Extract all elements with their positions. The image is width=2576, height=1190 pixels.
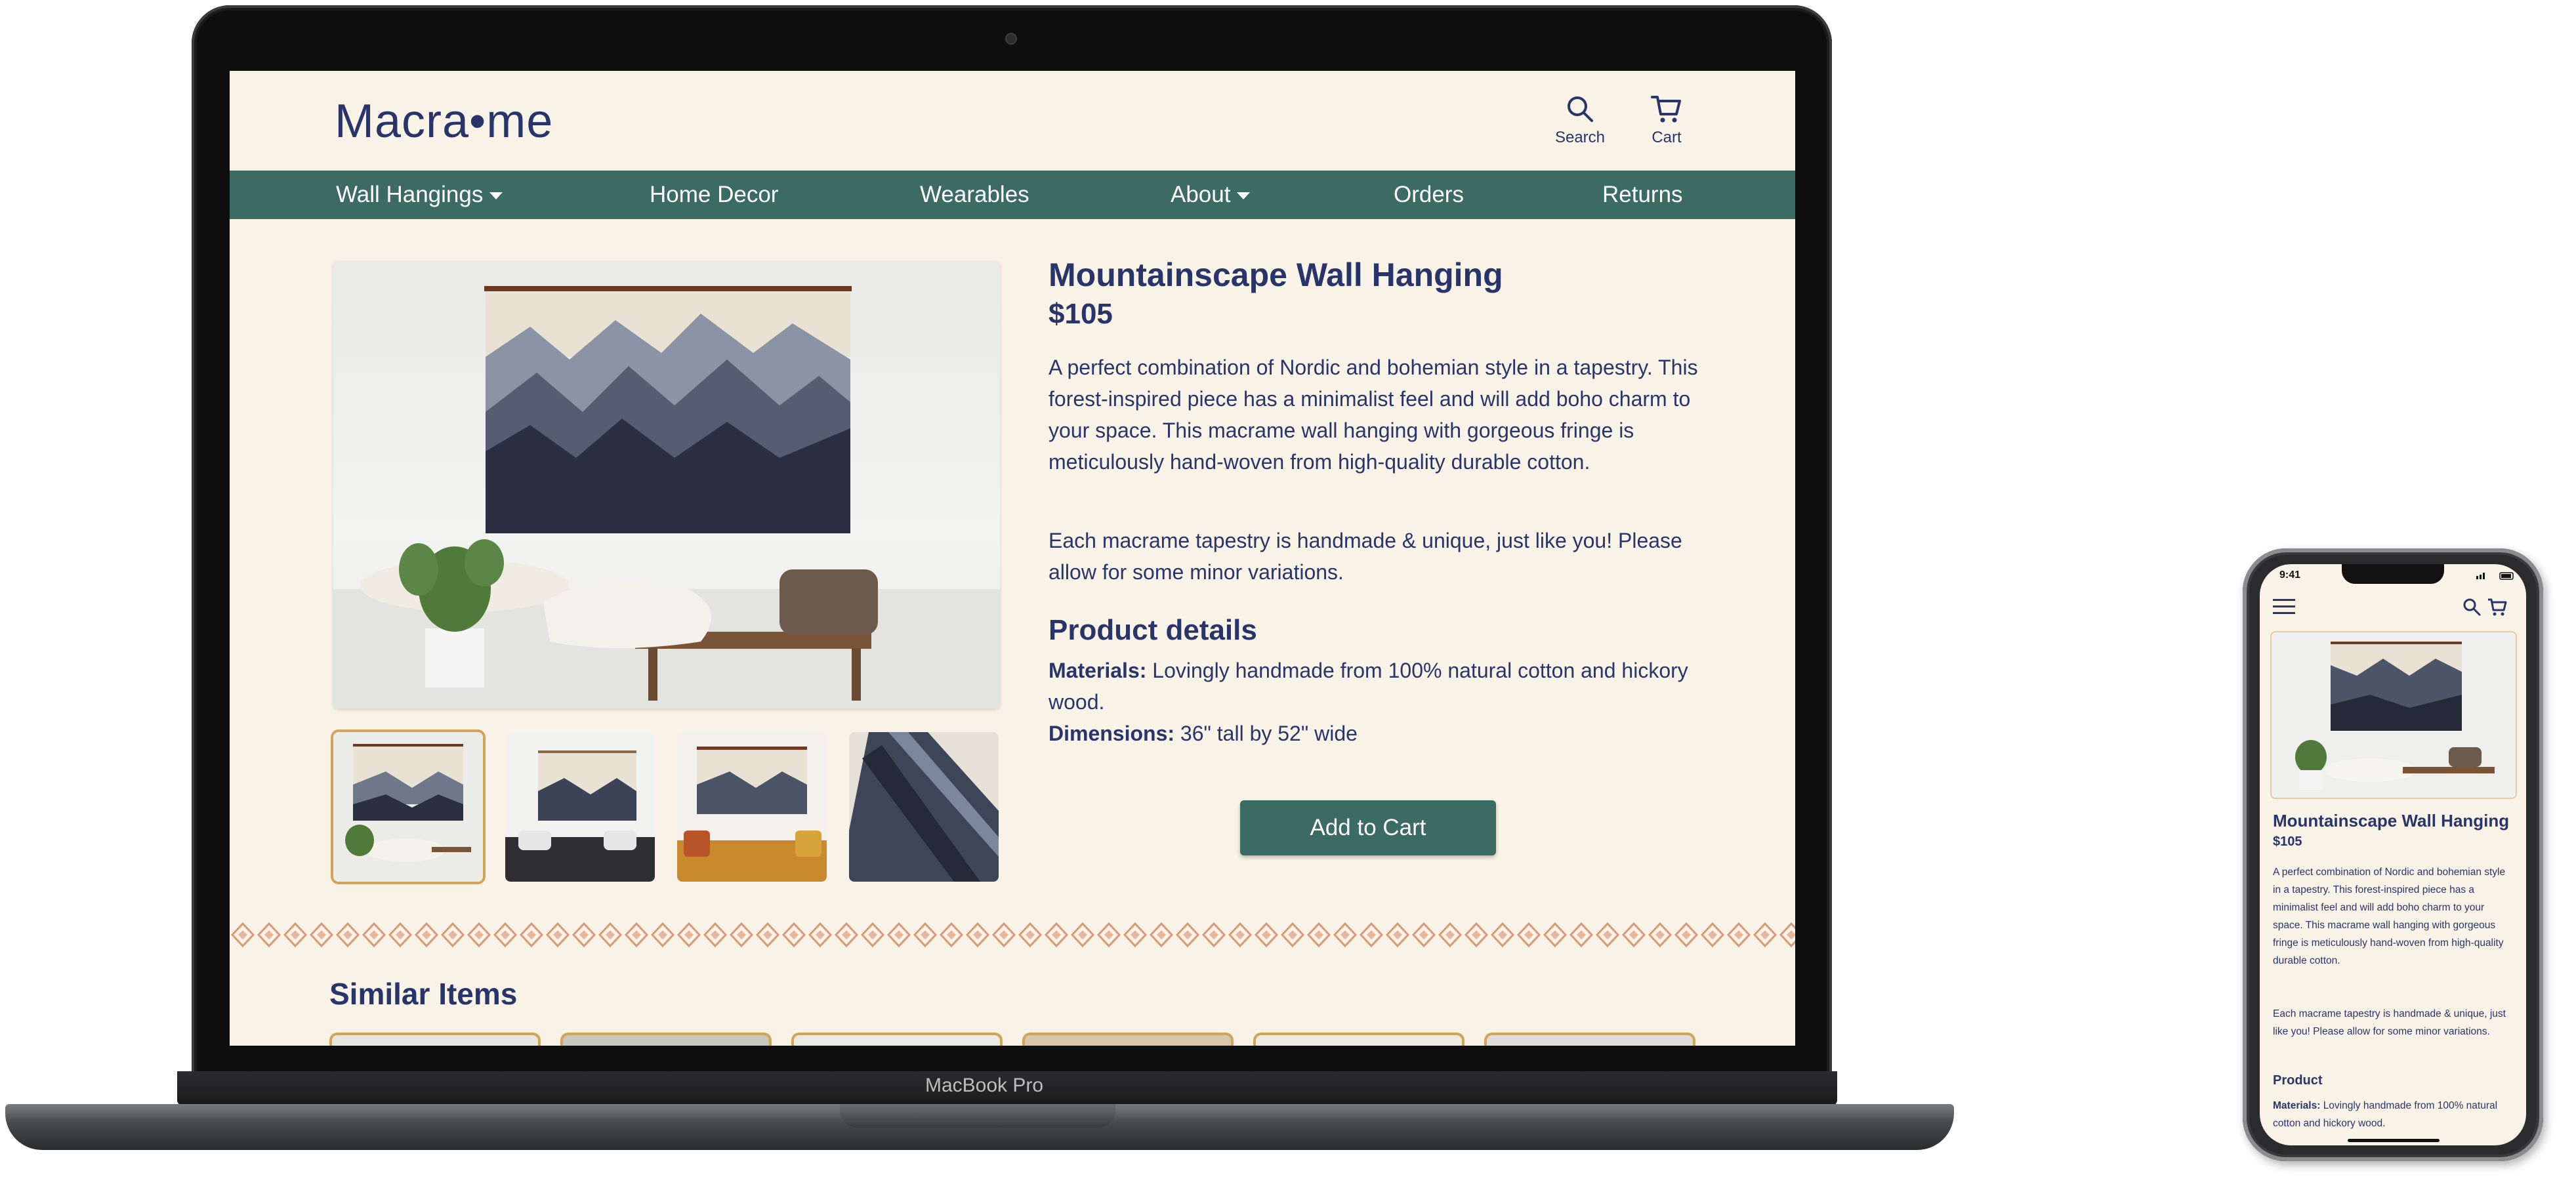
main-nav: Wall Hangings Home Decor Wearables About… [230,171,1795,219]
laptop-model-label: MacBook Pro [924,1075,1044,1096]
nav-wall-hangings[interactable]: Wall Hangings [336,171,503,219]
nav-label: About [1171,182,1231,207]
product-price: $105 [1049,298,1113,330]
similar-items-heading: Similar Items [329,977,518,1011]
nav-about[interactable]: About [1171,171,1251,219]
nav-home-decor[interactable]: Home Decor [650,171,778,219]
product-note: Each macrame tapestry is handmade & uniq… [1049,529,1682,584]
cart-button[interactable]: Cart [1627,93,1706,147]
nav-label: Home Decor [650,182,779,207]
caret-down-icon [1237,192,1251,200]
nav-orders-link[interactable]: Orders [1394,171,1464,219]
status-icons [2476,572,2514,580]
cart-label: Cart [1652,129,1682,146]
search-label: Search [1554,129,1606,146]
product-details-heading: Product [2273,1073,2323,1088]
add-to-cart-button[interactable]: Add to Cart [1240,800,1496,855]
product-description: A perfect combination of Nordic and bohe… [2273,867,2506,966]
thumbnail-1[interactable] [333,732,483,882]
similar-item-card[interactable] [1022,1033,1234,1046]
product-details-heading: Product details [1049,614,1257,646]
similar-item-card[interactable] [1253,1033,1465,1046]
phone-screen: 9:41 Mountainscape Wall Hanging $105 A p… [2260,564,2526,1145]
similar-item-card[interactable] [791,1033,1003,1046]
product-price: $105 [2273,834,2302,849]
product-materials: Materials: Lovingly handmade from 100% n… [1049,655,1705,718]
product-materials: Materials: Lovingly handmade from 100% n… [2273,1097,2516,1132]
home-indicator [2348,1139,2440,1142]
product-note: Each macrame tapestry is handmade & uniq… [2273,1008,2506,1037]
laptop-screen: Macra•me Search Cart Wall Hangings Home … [230,71,1795,1046]
nav-label: Wearables [920,182,1029,207]
dimensions-value: 36" tall by 52" wide [1180,722,1358,745]
status-time: 9:41 [2279,569,2301,581]
dimensions-label: Dimensions: [1049,722,1175,745]
similar-item-card[interactable] [1484,1033,1695,1046]
phone-notch [2342,564,2444,584]
camera-icon [1005,33,1017,45]
similar-item-card[interactable] [560,1033,772,1046]
laptop-notch [840,1104,1115,1128]
materials-label: Materials: [1049,659,1147,682]
thumbnail-3[interactable] [677,732,827,882]
site-logo[interactable]: Macra•me [335,94,553,148]
search-button[interactable]: Search [1541,93,1619,147]
decorative-border [230,920,1795,950]
nav-returns[interactable]: Returns [1602,171,1683,219]
product-dimensions: Dimensions: 36" tall by 52" wide [1049,718,1705,749]
product-description: A perfect combination of Nordic and bohe… [1049,356,1698,474]
similar-item-card[interactable] [329,1033,541,1046]
thumbnail-4[interactable] [849,732,999,882]
nav-label: Orders [1394,182,1464,207]
nav-label: Returns [1602,182,1683,207]
hamburger-icon[interactable] [2273,598,2296,615]
product-main-image[interactable] [2272,632,2516,798]
product-main-image[interactable] [333,261,1000,708]
cart-icon[interactable] [2487,597,2508,617]
thumbnail-2[interactable] [505,732,655,882]
product-title: Mountainscape Wall Hanging [1049,256,1503,293]
cart-icon [1651,96,1681,123]
nav-wearables[interactable]: Wearables [920,171,1029,219]
search-icon[interactable] [2462,597,2482,617]
nav-label: Wall Hangings [336,182,484,207]
product-title: Mountainscape Wall Hanging [2273,811,2510,831]
materials-label: Materials: [2273,1100,2321,1111]
search-icon [1568,96,1593,122]
caret-down-icon [489,192,503,200]
